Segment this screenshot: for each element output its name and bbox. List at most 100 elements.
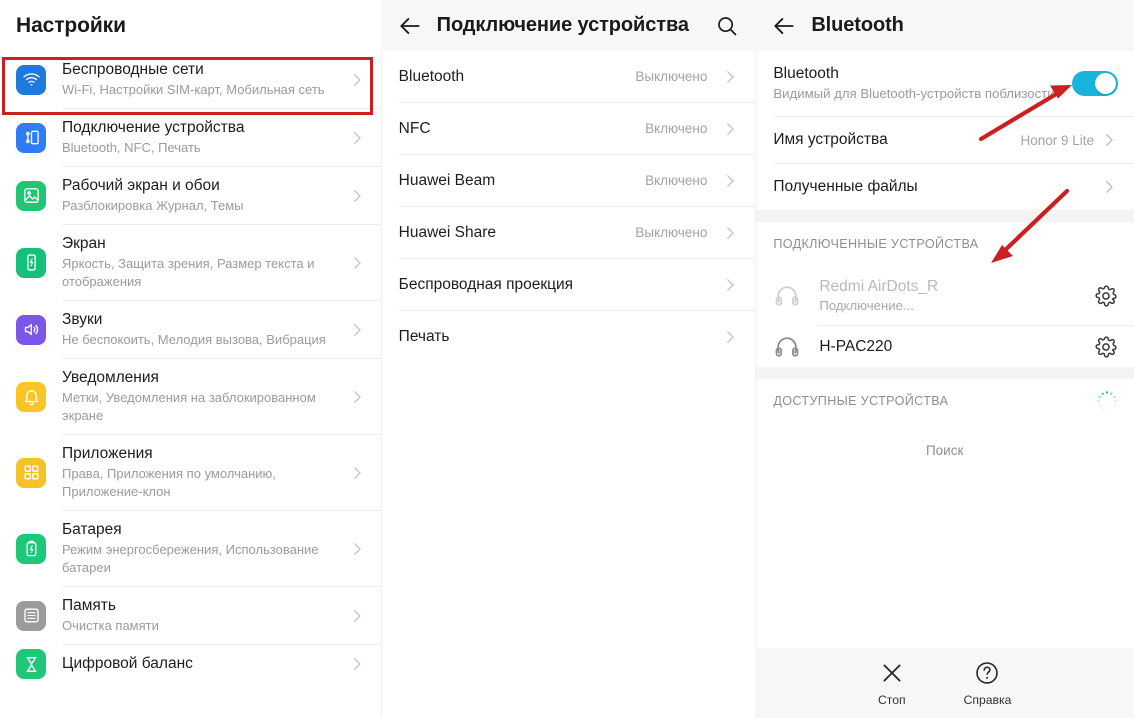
connection-row-1[interactable]: Bluetooth Выключено xyxy=(399,51,740,102)
mid-page-title: Подключение устройства xyxy=(436,14,689,36)
bluetooth-description: Видимый для Bluetooth-устройств поблизос… xyxy=(773,86,1055,101)
bluetooth-toggle-row[interactable]: Bluetooth Видимый для Bluetooth-устройст… xyxy=(755,51,1134,116)
section-separator xyxy=(755,367,1134,379)
connected-device-text: H-PAC220 xyxy=(819,326,1094,367)
sidebar-item-label: Звуки xyxy=(62,311,103,328)
headphones-icon xyxy=(773,282,801,310)
bluetooth-header: Bluetooth xyxy=(755,0,1134,51)
stop-button[interactable]: Стоп xyxy=(878,660,906,707)
sidebar-item-6[interactable]: Уведомления Метки, Уведомления на заблоки… xyxy=(0,359,380,434)
sound-icon xyxy=(16,314,46,345)
sidebar-item-4[interactable]: Экран Яркость, Защита зрения, Размер текс… xyxy=(0,225,380,300)
connected-devices-list: Redmi AirDots_R Подключение... H-PAC220 xyxy=(755,266,1134,367)
page-title: Настройки xyxy=(16,13,126,37)
connection-row-label: Huawei Beam xyxy=(398,171,496,189)
device-name-text: Имя устройства xyxy=(773,117,1020,163)
gear-icon[interactable] xyxy=(1094,284,1118,308)
connection-row-label: Bluetooth xyxy=(398,67,465,85)
available-devices-section-header: ДОСТУПНЫЕ УСТРОЙСТВА xyxy=(755,379,1134,423)
connection-row-label: NFC xyxy=(398,119,431,137)
sidebar-item-label: Подключение устройства xyxy=(62,119,245,136)
sidebar-item-label: Рабочий экран и обои xyxy=(62,177,220,194)
sidebar-item-text: Рабочий экран и обои Разблокировка Журнал… xyxy=(62,167,342,224)
search-icon[interactable] xyxy=(715,14,739,38)
received-files-row[interactable]: Полученные файлы xyxy=(755,164,1134,210)
sidebar-item-text: Цифровой баланс xyxy=(62,645,342,683)
connection-row-label: Беспроводная проекция xyxy=(398,275,574,293)
connection-row-label: Huawei Share xyxy=(398,223,497,241)
close-icon xyxy=(879,660,905,686)
connection-row-3[interactable]: Huawei Beam Включено xyxy=(399,155,740,206)
device-connection-icon xyxy=(16,122,46,153)
bluetooth-toggle-text: Bluetooth Видимый для Bluetooth-устройст… xyxy=(773,51,1062,116)
chevron-right-icon xyxy=(1100,178,1118,196)
chevron-right-icon xyxy=(721,276,739,294)
hourglass-icon xyxy=(16,649,46,679)
connection-row-value: Включено xyxy=(645,121,708,136)
sidebar-item-text: Подключение устройства Bluetooth, NFC, Пе… xyxy=(62,109,342,166)
back-arrow-icon[interactable] xyxy=(397,13,423,39)
storage-icon xyxy=(16,600,46,631)
sidebar-item-label: Батарея xyxy=(62,521,122,538)
connection-row-value: Включено xyxy=(645,173,708,188)
headphones-icon xyxy=(773,333,801,361)
chevron-right-icon xyxy=(1100,131,1118,149)
connection-options-list: Bluetooth Выключено NFC Включено Huawei Beam… xyxy=(381,51,756,362)
sidebar-item-3[interactable]: Рабочий экран и обои Разблокировка Журнал… xyxy=(0,167,380,224)
settings-panel: Настройки Беспроводные сети Wi-Fi, Настро… xyxy=(0,0,380,718)
sidebar-item-label: Приложения xyxy=(62,445,153,462)
connected-devices-title: ПОДКЛЮЧЕННЫЕ УСТРОЙСТВА xyxy=(773,237,979,251)
sidebar-item-text: Уведомления Метки, Уведомления на заблоки… xyxy=(62,359,342,434)
chevron-right-icon xyxy=(721,224,739,242)
sidebar-item-1[interactable]: Беспроводные сети Wi-Fi, Настройки SIM-ка… xyxy=(0,51,380,108)
sidebar-item-sublabel: Bluetooth, NFC, Печать xyxy=(62,140,201,155)
sidebar-item-5[interactable]: Звуки Не беспокоить, Мелодия вызова, Вибр… xyxy=(0,301,380,358)
chevron-right-icon xyxy=(721,172,739,190)
chevron-right-icon xyxy=(348,71,366,89)
chevron-right-icon xyxy=(348,655,366,673)
sidebar-item-sublabel: Очистка памяти xyxy=(62,618,159,633)
loading-spinner-icon xyxy=(1096,390,1118,412)
connected-device-row-1[interactable]: Redmi AirDots_R Подключение... xyxy=(755,266,1134,325)
bell-icon xyxy=(16,381,46,412)
help-icon xyxy=(974,660,1000,686)
chevron-right-icon xyxy=(348,321,366,339)
connected-device-row-2[interactable]: H-PAC220 xyxy=(755,326,1134,367)
help-button[interactable]: Справка xyxy=(963,660,1012,707)
connected-device-name: Redmi AirDots_R xyxy=(819,278,939,295)
help-button-label: Справка xyxy=(963,692,1012,707)
sidebar-item-label: Экран xyxy=(62,235,106,252)
screenshot-root: Настройки Беспроводные сети Wi-Fi, Настро… xyxy=(0,0,1134,718)
sidebar-item-sublabel: Не беспокоить, Мелодия вызова, Вибрация xyxy=(62,332,326,347)
section-separator xyxy=(755,210,1134,222)
sidebar-item-text: Батарея Режим энергосбережения, Использов… xyxy=(62,511,342,586)
connection-row-5[interactable]: Беспроводная проекция xyxy=(399,259,740,310)
connection-row-2[interactable]: NFC Включено xyxy=(399,103,740,154)
battery-icon xyxy=(16,533,46,564)
sidebar-item-text: Звуки Не беспокоить, Мелодия вызова, Вибр… xyxy=(62,301,342,358)
back-arrow-icon[interactable] xyxy=(771,13,797,39)
display-icon xyxy=(16,247,46,278)
device-name-row[interactable]: Имя устройства Honor 9 Lite xyxy=(755,117,1134,163)
available-devices-title: ДОСТУПНЫЕ УСТРОЙСТВА xyxy=(773,394,949,408)
sidebar-item-7[interactable]: Приложения Права, Приложения по умолчанию… xyxy=(0,435,380,510)
sidebar-item-label: Уведомления xyxy=(62,369,159,386)
sidebar-item-8[interactable]: Батарея Режим энергосбережения, Использов… xyxy=(0,511,380,586)
gear-icon[interactable] xyxy=(1094,335,1118,359)
sidebar-item-sublabel: Режим энергосбережения, Использование ба… xyxy=(62,542,319,575)
settings-list: Беспроводные сети Wi-Fi, Настройки SIM-ка… xyxy=(0,51,380,683)
stop-button-label: Стоп xyxy=(877,692,906,707)
sidebar-item-9[interactable]: Память Очистка памяти xyxy=(0,587,380,644)
chevron-right-icon xyxy=(721,68,739,86)
sidebar-item-10[interactable]: Цифровой баланс xyxy=(0,645,380,683)
bluetooth-toggle-switch[interactable] xyxy=(1072,71,1119,96)
device-connection-header: Подключение устройства xyxy=(380,0,756,51)
sidebar-item-2[interactable]: Подключение устройства Bluetooth, NFC, Пе… xyxy=(0,109,380,166)
bluetooth-page-title: Bluetooth xyxy=(811,14,904,36)
connected-device-state: Подключение... xyxy=(819,298,914,313)
connection-row-6[interactable]: Печать xyxy=(399,311,740,362)
sidebar-item-sublabel: Права, Приложения по умолчанию, Приложен… xyxy=(62,466,276,499)
connection-row-4[interactable]: Huawei Share Выключено xyxy=(399,207,740,258)
device-connection-panel: Подключение устройства Bluetooth Выключен… xyxy=(379,0,756,718)
chevron-right-icon xyxy=(348,540,366,558)
